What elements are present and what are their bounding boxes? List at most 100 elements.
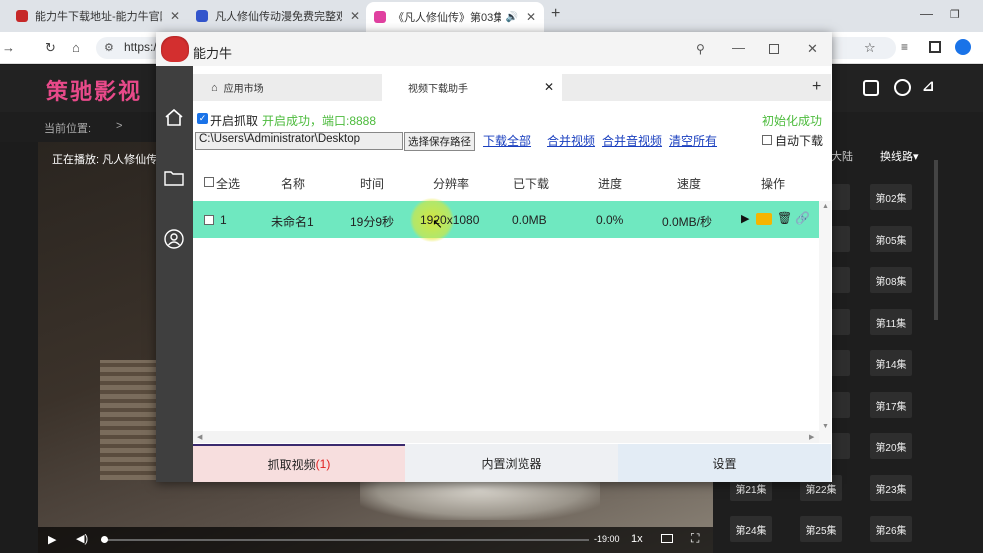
- tab-label: 应用市场: [223, 84, 264, 95]
- site-info-icon[interactable]: ⚙: [104, 41, 114, 54]
- episode-button[interactable]: 第05集: [870, 226, 912, 252]
- close-icon[interactable]: ✕: [170, 9, 180, 23]
- close-icon[interactable]: ✕: [350, 9, 360, 23]
- app-logo-icon: [161, 36, 189, 62]
- pin-icon[interactable]: ⚲: [696, 42, 705, 56]
- volume-icon[interactable]: ◀): [76, 532, 88, 545]
- scroll-right-icon[interactable]: ▶: [809, 433, 814, 441]
- episode-button[interactable]: 第02集: [870, 184, 912, 210]
- folder-icon[interactable]: [756, 213, 772, 225]
- link-icon[interactable]: 🔗: [795, 211, 810, 225]
- scroll-left-icon[interactable]: ◀: [197, 433, 202, 441]
- speaker-icon[interactable]: 🔊: [505, 12, 517, 23]
- col-select-all: 全选: [216, 177, 241, 191]
- tab-app-market[interactable]: ⌂ 应用市场: [211, 74, 264, 101]
- episode-button[interactable]: 第17集: [870, 392, 912, 418]
- play-icon[interactable]: ▶: [48, 533, 56, 546]
- user-icon[interactable]: [164, 229, 184, 249]
- home-icon[interactable]: ⌂: [72, 40, 80, 55]
- side-panel-icon[interactable]: [929, 41, 941, 53]
- now-playing-title: 正在播放: 凡人修仙传: [52, 154, 158, 166]
- minimize-icon[interactable]: —: [920, 6, 933, 21]
- profile-avatar-icon[interactable]: [955, 39, 971, 55]
- clear-all-link[interactable]: 清空所有: [669, 132, 717, 149]
- download-all-link[interactable]: 下载全部: [483, 132, 531, 149]
- maximize-icon[interactable]: [769, 44, 779, 54]
- address-text[interactable]: https:/: [124, 40, 157, 54]
- save-path-input[interactable]: C:\Users\Administrator\Desktop: [195, 132, 403, 150]
- vertical-scrollbar[interactable]: [819, 201, 831, 443]
- capture-checkbox[interactable]: ✓: [197, 113, 208, 124]
- browser-tab-3[interactable]: 《凡人修仙传》第03集高清 🔊 ✕: [366, 2, 544, 32]
- home-icon[interactable]: [164, 108, 184, 126]
- merge-av-link[interactable]: 合并音视频: [602, 132, 662, 149]
- episode-button[interactable]: 第11集: [870, 309, 912, 335]
- col-resolution: 分辨率: [433, 177, 470, 191]
- site-logo[interactable]: 策驰影视: [46, 74, 142, 106]
- select-all-checkbox[interactable]: [204, 177, 214, 187]
- switch-line-label: 换线路: [880, 151, 913, 163]
- tab-label: 设置: [712, 456, 737, 471]
- reload-icon[interactable]: ↻: [45, 40, 56, 56]
- home-icon: ⌂: [211, 81, 218, 94]
- bookmark-star-icon[interactable]: ☆: [864, 40, 876, 56]
- forward-icon[interactable]: →: [2, 40, 15, 55]
- horizontal-scrollbar[interactable]: [193, 431, 819, 443]
- auto-download-label: 自动下载: [775, 134, 824, 148]
- row-index: 1: [220, 213, 227, 227]
- trash-icon[interactable]: 🗑: [777, 211, 792, 225]
- episode-button[interactable]: 第24集: [730, 516, 772, 542]
- time-display: -19:00: [594, 534, 620, 544]
- row-resolution: 1920x1080: [420, 213, 480, 227]
- browser-tab-1[interactable]: 能力牛下载地址-能力牛官网 ✕: [8, 4, 188, 28]
- pink-favicon-icon: [374, 11, 386, 23]
- col-name: 名称: [281, 177, 306, 191]
- folder-icon[interactable]: [164, 170, 184, 186]
- progress-track[interactable]: [101, 539, 589, 541]
- restore-icon[interactable]: ❐: [950, 8, 960, 21]
- region-tab[interactable]: 大陆: [831, 148, 853, 164]
- switch-line-button[interactable]: 换线路▾: [880, 148, 919, 164]
- rss-icon[interactable]: ⊿: [922, 77, 935, 95]
- episode-button[interactable]: 第08集: [870, 267, 912, 293]
- add-tab-button[interactable]: +: [812, 78, 821, 96]
- app-titlebar: [156, 32, 832, 66]
- tab-title: 能力牛下载地址-能力牛官网: [35, 11, 162, 23]
- episode-button[interactable]: 第20集: [870, 433, 912, 459]
- tab-builtin-browser[interactable]: 内置浏览器: [405, 444, 618, 482]
- choose-path-button[interactable]: 选择保存路径: [404, 132, 475, 151]
- progress-thumb[interactable]: [101, 536, 108, 543]
- new-tab-button[interactable]: +: [551, 5, 560, 23]
- episode-button[interactable]: 第26集: [870, 516, 912, 542]
- close-tab-icon[interactable]: ✕: [544, 80, 554, 94]
- playback-speed[interactable]: 1x: [631, 533, 643, 545]
- fullscreen-icon[interactable]: ⛶: [691, 531, 699, 546]
- col-progress: 进度: [598, 177, 623, 191]
- episode-button[interactable]: 第23集: [870, 475, 912, 501]
- tab-capture-video[interactable]: 抓取视频 (1): [193, 444, 405, 482]
- episode-button[interactable]: 第14集: [870, 350, 912, 376]
- episode-scrollbar[interactable]: [934, 160, 938, 320]
- minimize-icon[interactable]: —: [732, 40, 745, 55]
- tab-title: 《凡人修仙传》第03集高清: [393, 12, 502, 24]
- scroll-up-icon[interactable]: ▲: [822, 203, 829, 210]
- capture-status: 开启成功，端口:8888: [262, 114, 377, 128]
- close-icon[interactable]: ✕: [526, 10, 536, 24]
- close-icon[interactable]: ✕: [807, 41, 818, 57]
- history-clock-icon[interactable]: [894, 79, 911, 96]
- browser-tab-2[interactable]: 凡人修仙传动漫免费完整观看_i ✕: [188, 4, 368, 28]
- pip-icon[interactable]: [661, 534, 673, 543]
- tab-label: 视频下载助手: [408, 84, 468, 95]
- app-download-icon[interactable]: [863, 80, 879, 96]
- auto-download-checkbox[interactable]: [762, 135, 772, 145]
- tab-settings[interactable]: 设置: [618, 444, 831, 482]
- row-checkbox[interactable]: [204, 215, 214, 225]
- reading-list-icon[interactable]: ≡: [901, 40, 908, 54]
- play-icon[interactable]: ▶: [741, 212, 749, 225]
- episode-button[interactable]: 第25集: [800, 516, 842, 542]
- merge-video-link[interactable]: 合并视频: [547, 132, 595, 149]
- init-status: 初始化成功: [762, 114, 823, 128]
- col-speed: 速度: [677, 177, 702, 191]
- tab-label: 抓取视频: [267, 457, 316, 472]
- scroll-down-icon[interactable]: ▼: [822, 423, 829, 430]
